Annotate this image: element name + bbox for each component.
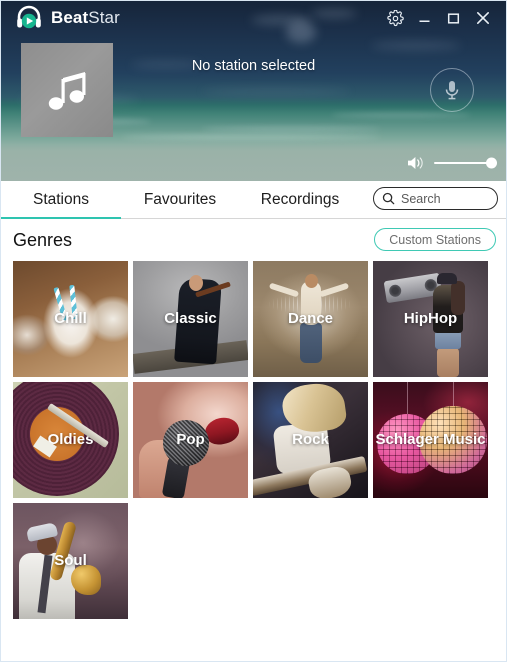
app-brand: BeatStar bbox=[15, 4, 120, 32]
settings-button[interactable] bbox=[382, 6, 409, 30]
genre-label: HipHop bbox=[403, 309, 458, 327]
app-title: BeatStar bbox=[51, 8, 120, 28]
genre-label: Soul bbox=[54, 551, 87, 569]
speaker-volume-icon[interactable] bbox=[406, 155, 426, 171]
gear-icon bbox=[387, 9, 404, 27]
tab-favourites[interactable]: Favourites bbox=[125, 181, 235, 219]
volume-control[interactable] bbox=[406, 155, 497, 171]
genre-tile-oldies[interactable]: Oldies bbox=[13, 382, 128, 498]
custom-stations-button[interactable]: Custom Stations bbox=[374, 228, 496, 251]
genre-tile-schlager-music[interactable]: Schlager Music bbox=[373, 382, 488, 498]
tab-recordings[interactable]: Recordings bbox=[245, 181, 355, 219]
genre-grid: Chill Classic Dance HipHop Oldies Pop Ro… bbox=[13, 261, 500, 619]
brand-light: Star bbox=[88, 8, 120, 27]
genre-tile-soul[interactable]: Soul bbox=[13, 503, 128, 619]
genre-tile-hiphop[interactable]: HipHop bbox=[373, 261, 488, 377]
tab-favourites-label: Favourites bbox=[143, 191, 217, 208]
voice-search-button[interactable] bbox=[430, 68, 474, 112]
genre-label: Rock bbox=[292, 430, 329, 448]
genre-label: Dance bbox=[287, 309, 334, 327]
genre-label: Pop bbox=[176, 430, 205, 448]
genre-label: Schlager Music bbox=[375, 430, 486, 448]
genre-tile-chill[interactable]: Chill bbox=[13, 261, 128, 377]
custom-stations-label: Custom Stations bbox=[389, 232, 481, 247]
maximize-icon bbox=[447, 12, 460, 25]
microphone-icon bbox=[442, 78, 462, 102]
section-header: Genres Custom Stations bbox=[1, 219, 506, 261]
tab-stations-label: Stations bbox=[32, 191, 89, 208]
player-header: BeatStar No station selected bbox=[1, 1, 506, 181]
brand-bold: Beat bbox=[51, 8, 89, 27]
close-button[interactable] bbox=[469, 6, 496, 30]
search-icon bbox=[382, 192, 395, 205]
content-area: Genres Custom Stations Chill Classic Dan… bbox=[1, 219, 506, 661]
page-title: Genres bbox=[13, 229, 73, 250]
genre-tile-pop[interactable]: Pop bbox=[133, 382, 248, 498]
tab-recordings-label: Recordings bbox=[260, 191, 340, 208]
maximize-button[interactable] bbox=[440, 6, 467, 30]
now-playing-label: No station selected bbox=[191, 58, 316, 74]
minimize-icon bbox=[418, 12, 431, 25]
genre-tile-classic[interactable]: Classic bbox=[133, 261, 248, 377]
search-input[interactable] bbox=[401, 191, 491, 206]
genre-label: Chill bbox=[54, 309, 87, 327]
genre-label: Classic bbox=[164, 309, 217, 327]
headphones-play-icon bbox=[15, 4, 43, 32]
minimize-button[interactable] bbox=[411, 6, 438, 30]
search-box[interactable] bbox=[373, 187, 498, 210]
tab-stations[interactable]: Stations bbox=[1, 181, 121, 219]
title-bar: BeatStar bbox=[1, 1, 506, 35]
close-icon bbox=[476, 11, 490, 25]
beatstar-window: BeatStar No station selected Stations Fa… bbox=[0, 0, 507, 662]
genre-tile-rock[interactable]: Rock bbox=[253, 382, 368, 498]
main-tabbar: Stations Favourites Recordings bbox=[1, 181, 506, 219]
volume-slider[interactable] bbox=[434, 157, 497, 169]
window-controls bbox=[382, 6, 506, 30]
volume-knob[interactable] bbox=[486, 157, 497, 169]
genre-tile-dance[interactable]: Dance bbox=[253, 261, 368, 377]
